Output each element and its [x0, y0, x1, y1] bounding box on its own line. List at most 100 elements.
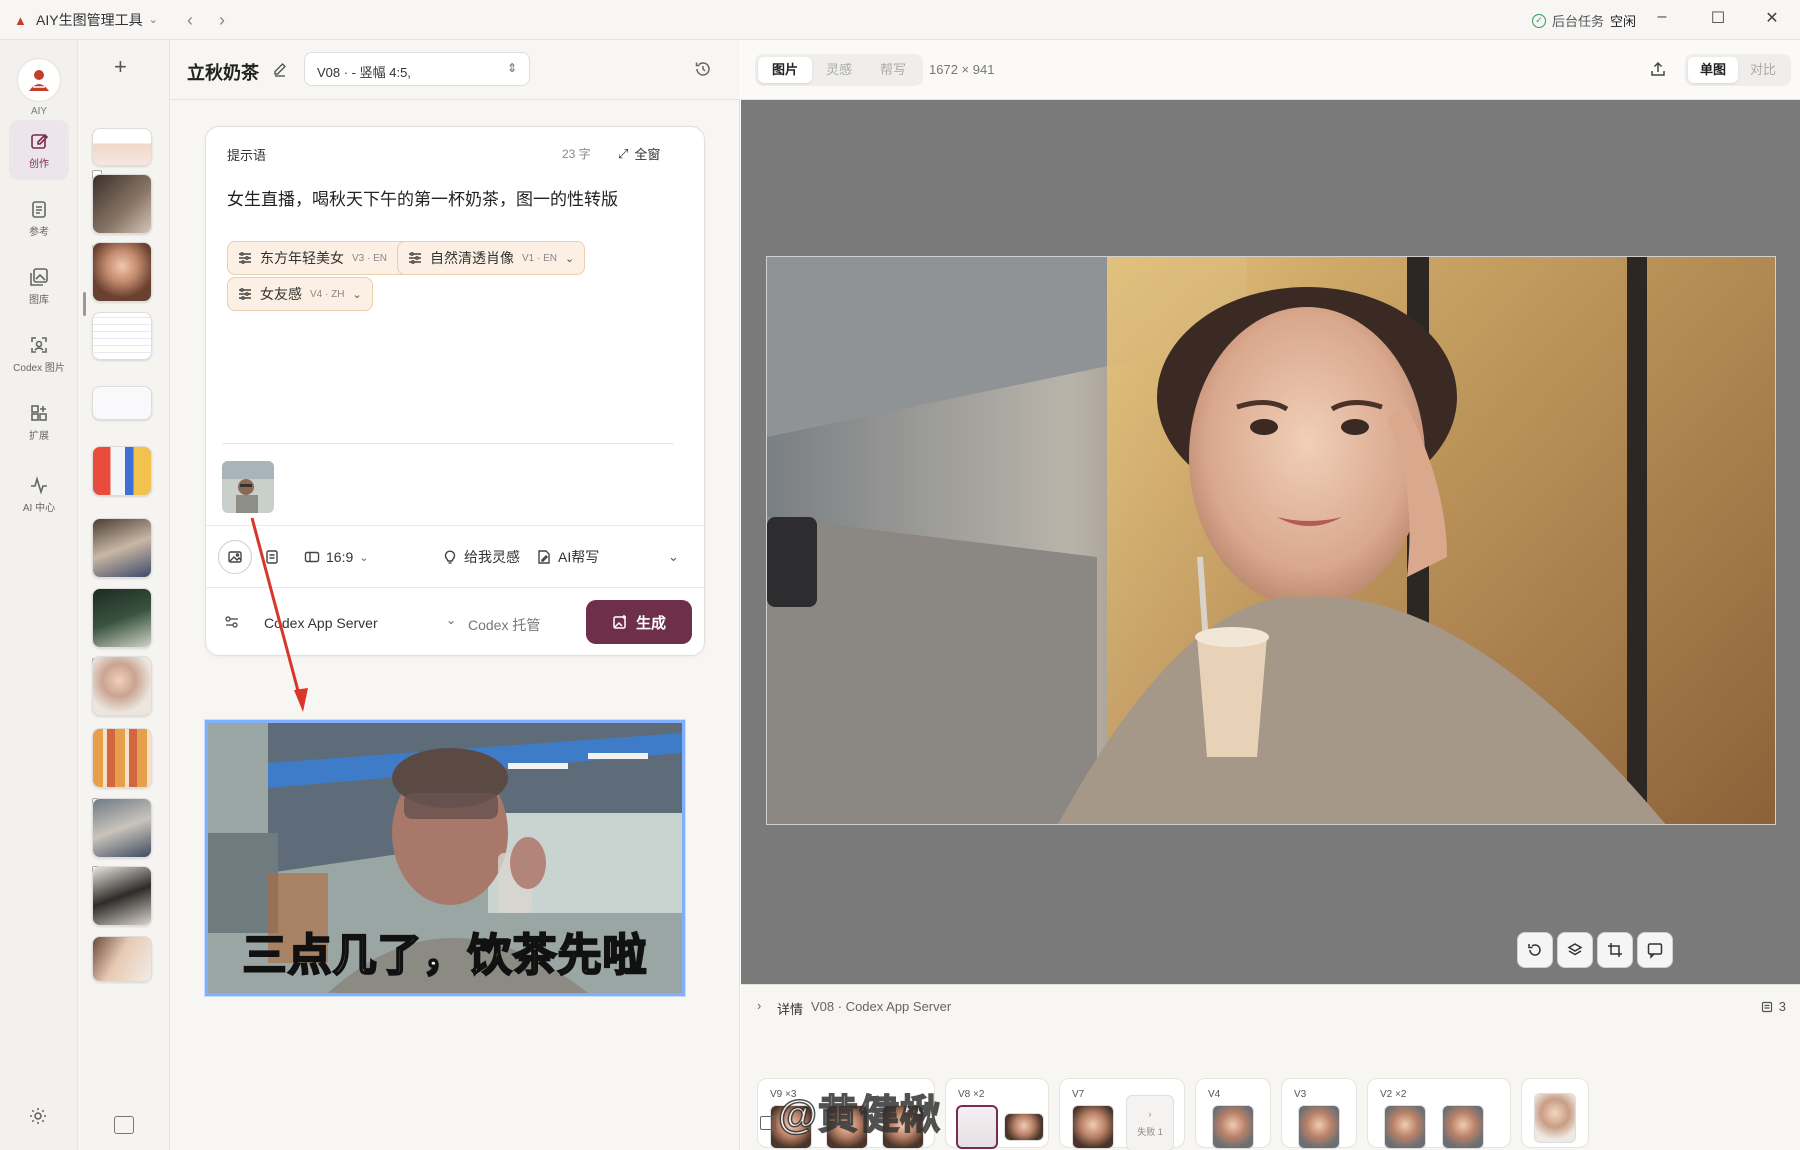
title-bar: ▲ AIY生图管理工具 ⌄ ‹ › ✓ 后台任务 空闲 – ☐ ✕ [0, 0, 1800, 40]
back-icon[interactable]: ‹ [180, 10, 200, 31]
history-thumb[interactable] [1534, 1093, 1576, 1143]
project-thumb[interactable] [92, 518, 152, 578]
layers-button[interactable] [1557, 932, 1593, 968]
chevron-right-icon: › [757, 998, 762, 1013]
reference-meme-image[interactable]: 三点几了，饮茶先啦 [205, 720, 685, 996]
crop-icon [1608, 943, 1622, 957]
pulse-icon [31, 475, 47, 495]
bg-task-status: 空闲 [1609, 14, 1636, 29]
aiy-logo-icon[interactable] [17, 58, 61, 102]
app-title: AIY生图管理工具 [36, 11, 143, 28]
project-thumb[interactable] [92, 798, 152, 858]
history-group-v7[interactable]: V7 › 失败 1 [1059, 1078, 1185, 1150]
rail-label: Codex 图片 [13, 362, 65, 374]
history-group-v3[interactable]: V3 [1281, 1078, 1357, 1149]
project-thumb[interactable] [92, 588, 152, 648]
rail-item-codex-images[interactable]: Codex 图片 [9, 324, 69, 384]
project-thumb[interactable] [92, 866, 152, 926]
details-count: 3 [1761, 999, 1786, 1014]
rail-item-extensions[interactable]: 扩展 [9, 392, 69, 452]
collapse-sidebar-icon[interactable] [114, 1116, 134, 1134]
history-thumb[interactable] [1384, 1105, 1426, 1149]
close-icon[interactable]: ✕ [1752, 8, 1792, 32]
failed-generation[interactable]: › 失败 1 [1126, 1095, 1174, 1150]
details-bar[interactable]: › 详情 V08 · Codex App Server 3 [741, 984, 1800, 1028]
fail-label: 失败 1 [1137, 1126, 1163, 1137]
rotate-icon [1528, 944, 1541, 956]
history-group-label: V7 [1072, 1089, 1085, 1100]
image-canvas [741, 100, 1800, 984]
comment-button[interactable] [1637, 932, 1673, 968]
annotation-arrow [250, 517, 308, 712]
viewer-panel: 图片 灵感 帮写 1672 × 941 单图 对比 › 详情 V08 · Cod… [741, 40, 1800, 1150]
project-thumb[interactable] [92, 128, 152, 166]
project-thumb[interactable] [92, 386, 152, 420]
project-thumb[interactable] [92, 312, 152, 360]
app-menu-chevron-icon[interactable]: ⌄ [149, 13, 158, 26]
rail-label: 参考 [29, 226, 49, 238]
rail-item-gallery[interactable]: 图库 [9, 256, 69, 316]
history-thumb[interactable] [1442, 1105, 1484, 1149]
rail-item-reference[interactable]: 参考 [9, 188, 69, 248]
rotate-button[interactable] [1517, 932, 1553, 968]
mode-compare[interactable]: 对比 [1738, 57, 1788, 83]
project-thumb[interactable] [92, 728, 152, 788]
project-thumbnail-strip: + [78, 40, 170, 1150]
history-thumb[interactable] [1212, 1105, 1254, 1149]
rail-label: AI 中心 [22, 502, 56, 514]
viewer-header: 图片 灵感 帮写 1672 × 941 单图 对比 [741, 40, 1800, 100]
history-thumb-selected[interactable] [956, 1105, 998, 1149]
rail-label: 创作 [29, 158, 49, 170]
project-thumb[interactable] [92, 936, 152, 982]
tab-inspiration[interactable]: 灵感 [812, 57, 866, 83]
maximize-icon[interactable]: ☐ [1698, 8, 1738, 32]
project-thumb[interactable] [92, 174, 152, 234]
history-thumb[interactable] [1004, 1113, 1044, 1141]
tab-image[interactable]: 图片 [758, 57, 813, 83]
forward-icon[interactable]: › [212, 10, 232, 31]
scan-image-icon [31, 336, 47, 353]
history-group-v1[interactable] [1521, 1078, 1589, 1148]
app-logo-icon: ▲ [14, 12, 27, 28]
image-dimensions: 1672 × 941 [929, 62, 995, 77]
tab-write[interactable]: 帮写 [866, 57, 920, 83]
history-group-label: V3 [1294, 1089, 1307, 1100]
chevron-right-icon: › [1148, 1108, 1152, 1119]
project-thumb[interactable] [92, 242, 152, 302]
panel-toggle-icon[interactable] [760, 1116, 776, 1130]
pencil-square-icon [31, 133, 49, 149]
check-circle-icon: ✓ [1531, 13, 1546, 28]
mode-single[interactable]: 单图 [1688, 57, 1739, 83]
rail-item-ai-center[interactable]: AI 中心 [9, 464, 69, 524]
document-icon [32, 200, 46, 218]
settings-gear-icon[interactable] [28, 1106, 48, 1126]
selection-indicator [83, 292, 86, 316]
history-thumb[interactable] [1298, 1105, 1340, 1149]
crop-button[interactable] [1597, 932, 1633, 968]
logo-label: AIY [30, 106, 48, 117]
history-group-v2[interactable]: V2 ×2 [1367, 1078, 1511, 1149]
history-group-v8[interactable]: V8 ×2 [945, 1078, 1049, 1149]
project-thumb[interactable] [92, 656, 152, 716]
history-group-label: V4 [1208, 1089, 1221, 1100]
history-group-v4[interactable]: V4 [1195, 1078, 1271, 1149]
history-group-label: V2 ×2 [1380, 1089, 1407, 1100]
project-thumb[interactable] [92, 446, 152, 496]
list-icon [1761, 1001, 1772, 1012]
editor-panel: 立秋奶茶 V08 · - 竖幅 4:5, ⇕ 提示语 23 字 ⤢ 全窗 女生直… [170, 40, 740, 1150]
add-project-icon[interactable]: + [114, 54, 127, 80]
export-upload-icon[interactable] [1649, 60, 1667, 78]
generated-image[interactable] [766, 256, 1776, 825]
history-group-label: V8 ×2 [958, 1089, 985, 1100]
view-mode-toggle: 单图 对比 [1685, 54, 1792, 86]
details-subtitle: V08 · Codex App Server [811, 999, 952, 1014]
rail-label: 扩展 [29, 430, 49, 442]
comment-icon [1647, 943, 1663, 959]
rail-item-create[interactable]: 创作 [9, 120, 69, 180]
icon-rail: AIY 创作 参考 图库 Codex 图片 扩展 AI 中心 [0, 40, 78, 1150]
viewer-tabs: 图片 灵感 帮写 [755, 54, 924, 86]
minimize-icon[interactable]: – [1642, 8, 1682, 32]
layers-icon [1567, 943, 1583, 956]
history-thumb[interactable] [1072, 1105, 1114, 1149]
background-task-status[interactable]: ✓ 后台任务 空闲 [1531, 11, 1636, 30]
